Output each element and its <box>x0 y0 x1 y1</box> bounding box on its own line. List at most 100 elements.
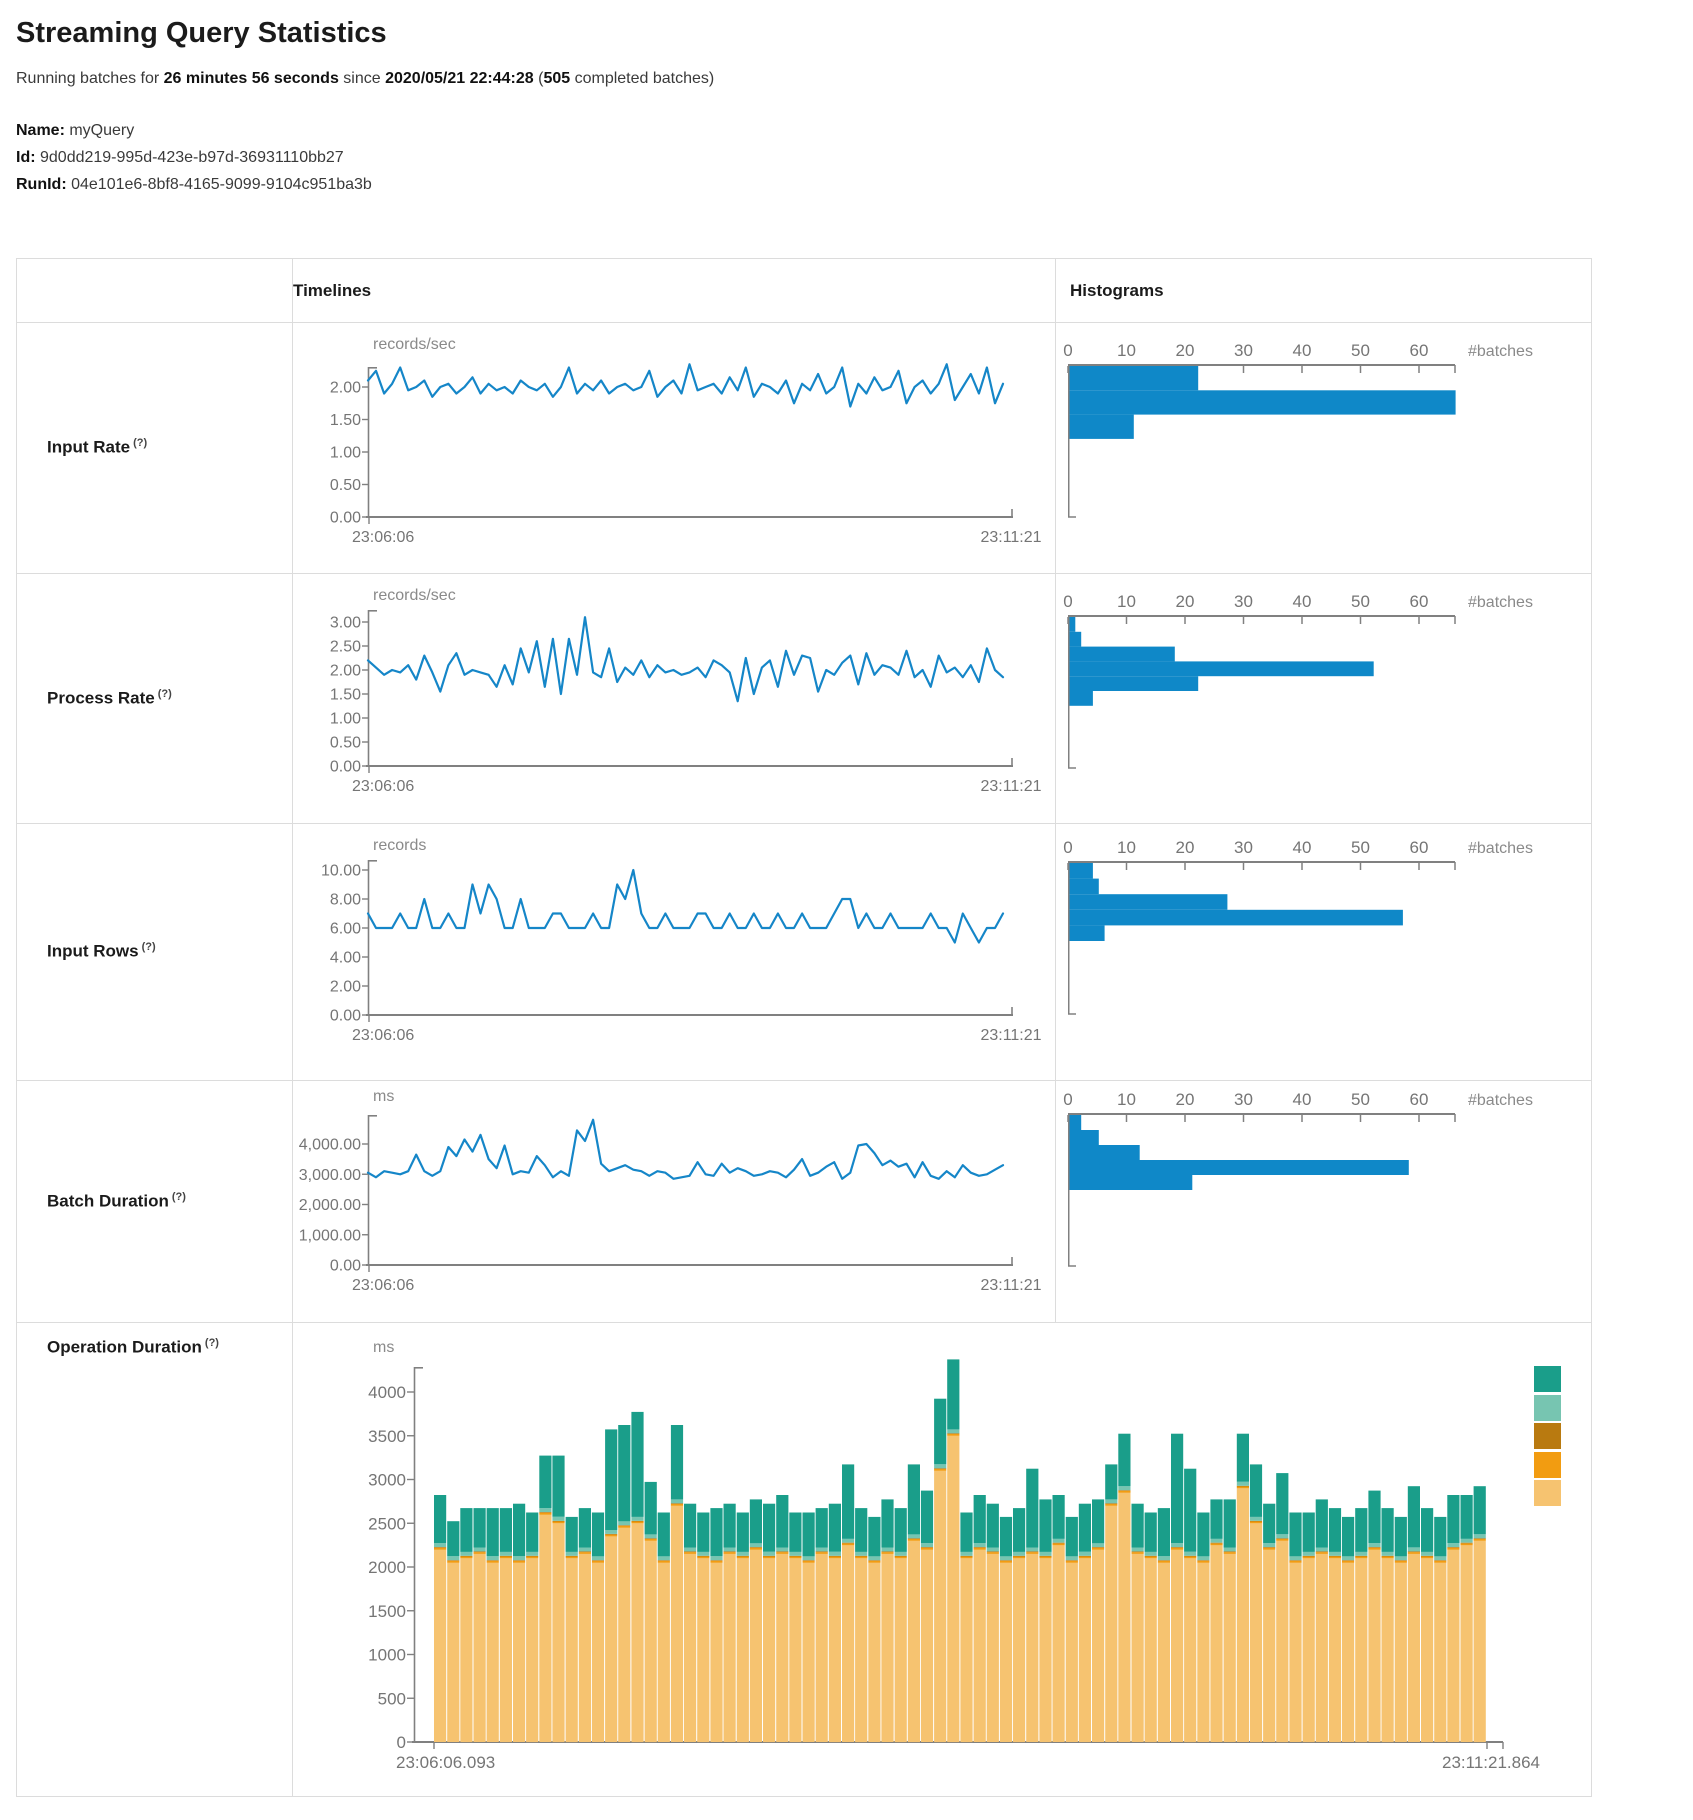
running-batches-summary: Running batches for 26 minutes 56 second… <box>16 70 714 88</box>
svg-text:1.00: 1.00 <box>330 445 361 462</box>
svg-text:50: 50 <box>1351 838 1370 857</box>
svg-text:2.00: 2.00 <box>330 979 361 996</box>
svg-text:60: 60 <box>1410 592 1429 611</box>
svg-text:30: 30 <box>1234 838 1253 857</box>
svg-text:#batches: #batches <box>1468 594 1533 611</box>
svg-text:40: 40 <box>1293 1090 1312 1109</box>
subtitle-text: ( <box>534 70 544 87</box>
query-meta: Name: myQueryId: 9d0dd219-995d-423e-b97d… <box>16 117 372 198</box>
svg-text:10.00: 10.00 <box>321 863 361 880</box>
batch-duration-timeline-and-histogram-chart: ms4,000.003,000.002,000.001,000.000.0023… <box>0 1080 1693 1322</box>
meta-line-name: Name: myQuery <box>16 117 372 144</box>
legend-swatch-0 <box>1534 1366 1561 1392</box>
legend-swatch-1 <box>1534 1395 1561 1421</box>
svg-text:records/sec: records/sec <box>373 336 456 353</box>
svg-text:1500: 1500 <box>368 1602 406 1621</box>
svg-text:50: 50 <box>1351 592 1370 611</box>
svg-text:ms: ms <box>373 1088 394 1105</box>
svg-text:10: 10 <box>1117 592 1136 611</box>
subtitle-text: since <box>339 70 385 87</box>
svg-text:4000: 4000 <box>368 1383 406 1402</box>
svg-text:1.50: 1.50 <box>330 412 361 429</box>
svg-text:0: 0 <box>1063 592 1072 611</box>
legend-swatch-4 <box>1534 1480 1561 1506</box>
svg-text:40: 40 <box>1293 838 1312 857</box>
svg-text:0.50: 0.50 <box>330 735 361 752</box>
svg-text:10: 10 <box>1117 838 1136 857</box>
page-title: Streaming Query Statistics <box>16 17 387 50</box>
svg-text:2000: 2000 <box>368 1558 406 1577</box>
svg-text:3,000.00: 3,000.00 <box>299 1167 361 1184</box>
meta-line-id: Id: 9d0dd219-995d-423e-b97d-36931110bb27 <box>16 144 372 171</box>
column-header-timelines: Timelines <box>293 281 371 301</box>
svg-text:50: 50 <box>1351 1090 1370 1109</box>
svg-text:0.00: 0.00 <box>330 759 361 776</box>
svg-text:23:11:21.864: 23:11:21.864 <box>1442 1753 1540 1772</box>
svg-text:2.00: 2.00 <box>330 380 361 397</box>
svg-text:40: 40 <box>1293 341 1312 360</box>
svg-text:0.00: 0.00 <box>330 1008 361 1025</box>
svg-text:#batches: #batches <box>1468 343 1533 360</box>
svg-text:0: 0 <box>1063 838 1072 857</box>
operation-duration-stacked-bar-chart: ms 4000 3500 3000 2500 2000 1500 1000 500 023:06:… <box>0 1322 1693 1797</box>
svg-text:2,000.00: 2,000.00 <box>299 1197 361 1214</box>
column-header-histograms: Histograms <box>1070 281 1164 301</box>
svg-text:0.00: 0.00 <box>330 510 361 527</box>
svg-text:10: 10 <box>1117 1090 1136 1109</box>
svg-text:30: 30 <box>1234 341 1253 360</box>
process-rate-timeline-and-histogram-chart: records/sec3.002.502.001.501.000.500.002… <box>0 573 1693 823</box>
streaming-query-statistics-page: Streaming Query Statistics Running batch… <box>0 0 1693 1820</box>
svg-text:3.00: 3.00 <box>330 615 361 632</box>
subtitle-text: completed batches) <box>570 70 714 87</box>
svg-text:30: 30 <box>1234 592 1253 611</box>
legend-swatch-2 <box>1534 1423 1561 1449</box>
svg-text:20: 20 <box>1176 1090 1195 1109</box>
svg-text:20: 20 <box>1176 592 1195 611</box>
svg-text:2.00: 2.00 <box>330 663 361 680</box>
svg-text:60: 60 <box>1410 1090 1429 1109</box>
svg-text:records: records <box>373 837 426 854</box>
svg-text:0.50: 0.50 <box>330 477 361 494</box>
svg-text:6.00: 6.00 <box>330 921 361 938</box>
svg-text:0.00: 0.00 <box>330 1258 361 1275</box>
svg-text:23:06:06: 23:06:06 <box>352 529 414 546</box>
svg-text:40: 40 <box>1293 592 1312 611</box>
svg-text:4,000.00: 4,000.00 <box>299 1137 361 1154</box>
svg-text:3500: 3500 <box>368 1427 406 1446</box>
svg-text:0: 0 <box>1063 1090 1072 1109</box>
svg-text:#batches: #batches <box>1468 1092 1533 1109</box>
svg-text:23:11:21: 23:11:21 <box>980 1027 1041 1044</box>
svg-text:60: 60 <box>1410 838 1429 857</box>
svg-text:50: 50 <box>1351 341 1370 360</box>
svg-text:23:06:06.093: 23:06:06.093 <box>396 1753 495 1772</box>
svg-text:ms: ms <box>373 1339 394 1356</box>
svg-text:3000: 3000 <box>368 1471 406 1490</box>
svg-text:1.00: 1.00 <box>330 711 361 728</box>
svg-text:23:11:21: 23:11:21 <box>980 1277 1041 1294</box>
svg-text:#batches: #batches <box>1468 840 1533 857</box>
svg-text:0: 0 <box>1063 341 1072 360</box>
table-border-top <box>16 258 1592 259</box>
svg-text:2500: 2500 <box>368 1514 406 1533</box>
svg-text:4.00: 4.00 <box>330 950 361 967</box>
svg-text:23:11:21: 23:11:21 <box>980 529 1041 546</box>
svg-text:23:06:06: 23:06:06 <box>352 1027 414 1044</box>
svg-text:1.50: 1.50 <box>330 687 361 704</box>
svg-text:500: 500 <box>378 1689 406 1708</box>
svg-text:10: 10 <box>1117 341 1136 360</box>
svg-text:30: 30 <box>1234 1090 1253 1109</box>
svg-text:20: 20 <box>1176 838 1195 857</box>
svg-text:60: 60 <box>1410 341 1429 360</box>
svg-text:records/sec: records/sec <box>373 587 456 604</box>
svg-text:1000: 1000 <box>368 1646 406 1665</box>
svg-text:23:11:21: 23:11:21 <box>980 778 1041 795</box>
svg-text:23:06:06: 23:06:06 <box>352 778 414 795</box>
svg-text:23:06:06: 23:06:06 <box>352 1277 414 1294</box>
svg-text:0: 0 <box>397 1733 406 1752</box>
subtitle-text: Running batches for <box>16 70 164 87</box>
legend-swatch-3 <box>1534 1452 1561 1478</box>
subtitle-emphasis: 26 minutes 56 seconds <box>164 70 339 87</box>
input-rows-timeline-and-histogram-chart: records10.008.006.004.002.000.0023:06:06… <box>0 823 1693 1080</box>
subtitle-emphasis: 2020/05/21 22:44:28 <box>385 70 534 87</box>
meta-line-runid: RunId: 04e101e6-8bf8-4165-9099-9104c951b… <box>16 171 372 198</box>
